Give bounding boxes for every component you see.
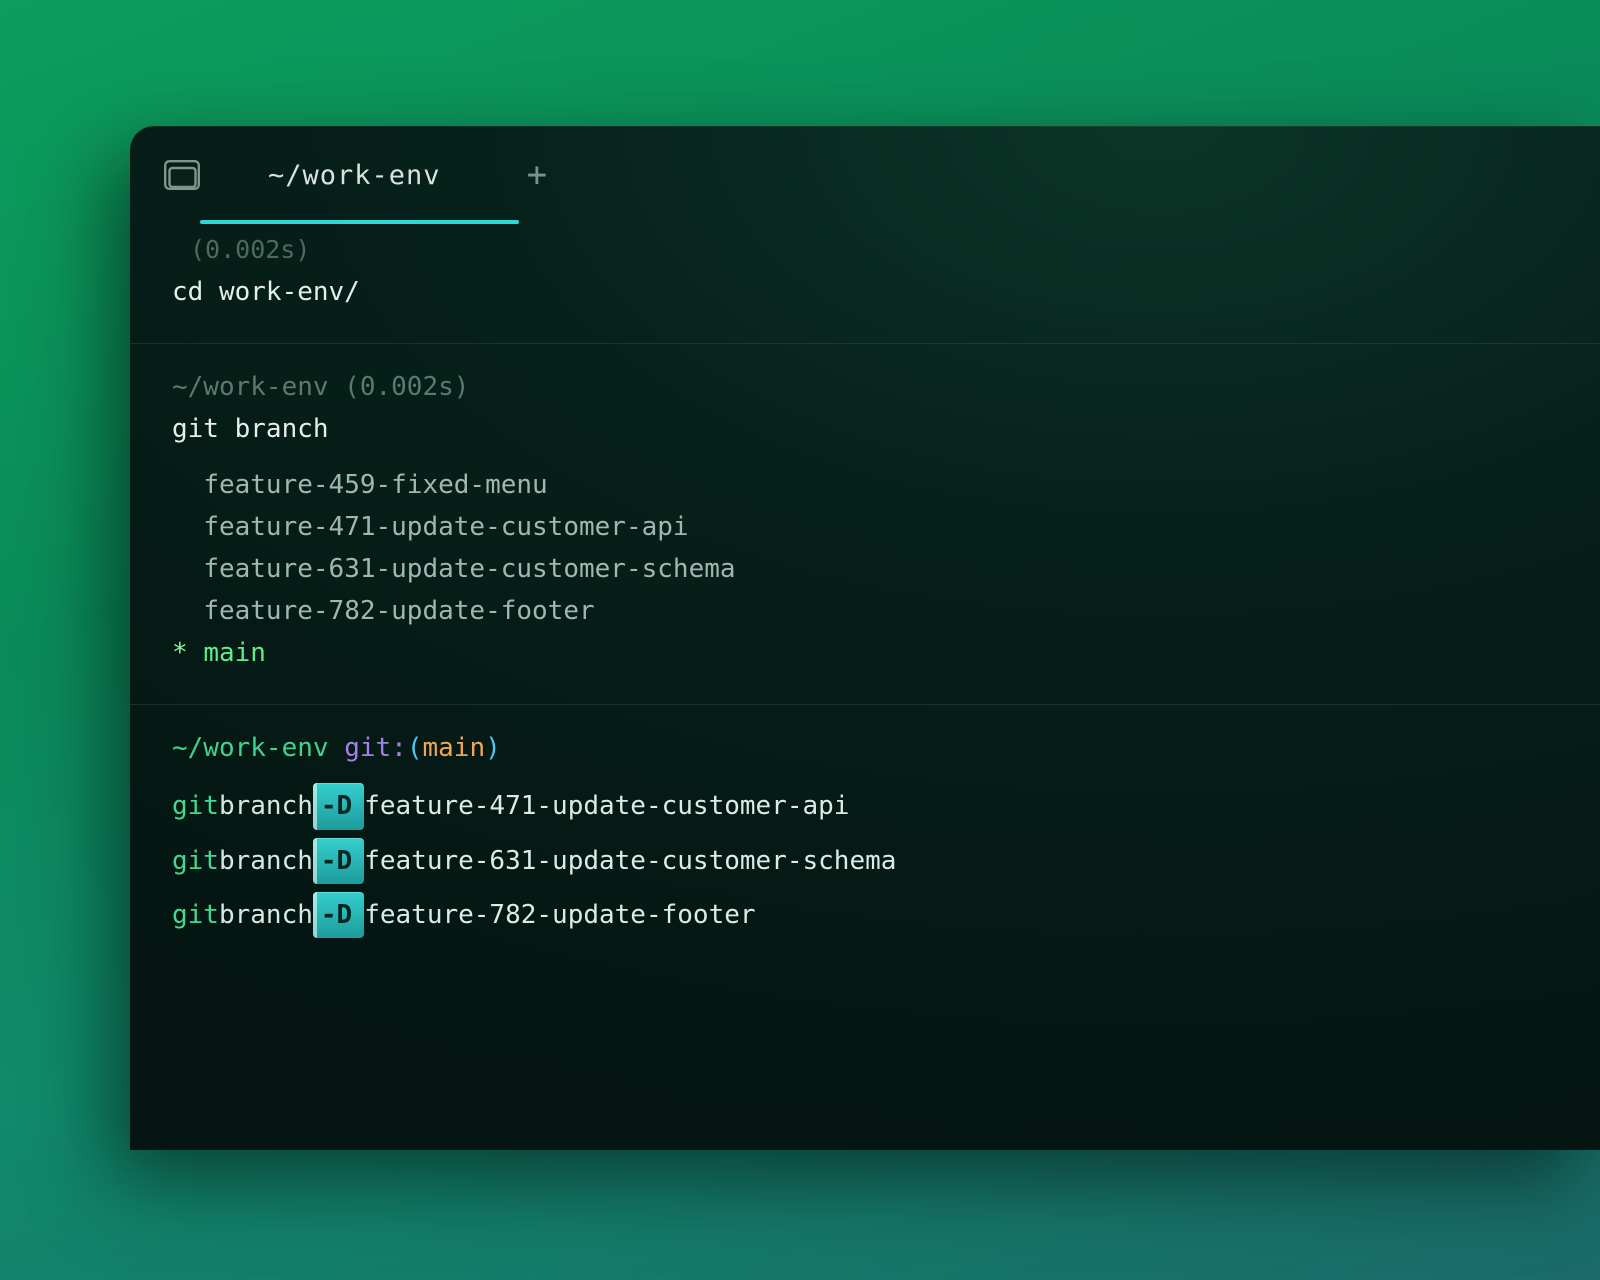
- command-block-0: (0.002s) cd work-env/: [130, 224, 1600, 344]
- command-block-1: ~/work-env (0.002s) git branch feature-4…: [130, 344, 1600, 706]
- prompt-line: ~/work-env (0.002s): [172, 366, 1558, 408]
- prompt-branch: main: [422, 733, 485, 763]
- terminal-window: ~/work-env + (0.002s) cd work-env/ ~/wor…: [130, 126, 1600, 1150]
- tab-title: ~/work-env: [268, 160, 441, 191]
- new-tab-button[interactable]: +: [527, 155, 547, 195]
- tab-active-indicator: [200, 220, 519, 224]
- prompt-path: ~/work-env: [172, 733, 329, 763]
- command-line: git branch -D feature-782-update-footer: [172, 888, 1558, 942]
- branch-list: feature-459-fixed-menu feature-471-updat…: [172, 464, 1558, 675]
- command-block-2: ~/work-env git:(main) git branch -D feat…: [130, 705, 1600, 971]
- prompt-line: ~/work-env git:(main): [172, 727, 1558, 769]
- branch-current: * main: [172, 632, 1558, 674]
- command-text: git branch: [172, 408, 1558, 450]
- prev-timing: (0.002s): [172, 230, 1558, 271]
- branch-item: feature-631-update-customer-schema: [172, 548, 1558, 590]
- prompt-paren: ): [485, 733, 501, 763]
- command-line: git branch -D feature-631-update-custome…: [172, 834, 1558, 888]
- multi-cursor-commands: git branch -D feature-471-update-custome…: [172, 779, 1558, 941]
- titlebar: ~/work-env +: [130, 126, 1600, 224]
- prompt-paren: (: [407, 733, 423, 763]
- command-line: git branch -D feature-471-update-custome…: [172, 779, 1558, 833]
- branch-item: feature-782-update-footer: [172, 590, 1558, 632]
- tab-work-env[interactable]: ~/work-env: [260, 126, 449, 224]
- flag-chip: -D: [313, 892, 364, 938]
- terminal-body[interactable]: (0.002s) cd work-env/ ~/work-env (0.002s…: [130, 224, 1600, 1150]
- branch-item: feature-459-fixed-menu: [172, 464, 1558, 506]
- flag-chip: -D: [313, 783, 364, 829]
- flag-chip: -D: [313, 838, 364, 884]
- command-text: cd work-env/: [172, 271, 1558, 313]
- panes-icon[interactable]: [164, 160, 200, 190]
- prompt-git-label: git:: [344, 733, 407, 763]
- branch-item: feature-471-update-customer-api: [172, 506, 1558, 548]
